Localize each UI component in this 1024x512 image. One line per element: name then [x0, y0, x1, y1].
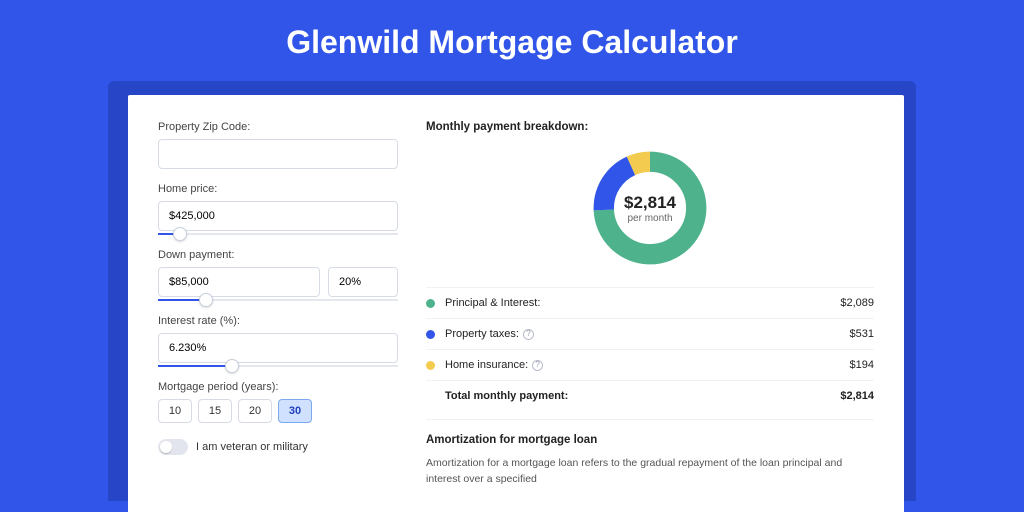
period-label: Mortgage period (years): [158, 381, 398, 393]
period-button-30[interactable]: 30 [278, 399, 312, 423]
veteran-label: I am veteran or military [196, 441, 308, 453]
donut-chart: $2,814 per month [589, 147, 711, 269]
legend-row: Home insurance:?$194 [426, 349, 874, 380]
legend-dot [426, 330, 435, 339]
legend-total-row: Total monthly payment:$2,814 [426, 380, 874, 411]
donut-amount: $2,814 [624, 193, 676, 213]
veteran-row: I am veteran or military [158, 439, 398, 455]
amortization-title: Amortization for mortgage loan [426, 434, 874, 446]
breakdown-panel: Monthly payment breakdown: $2,814 per mo… [426, 121, 874, 512]
legend-row: Property taxes:?$531 [426, 318, 874, 349]
breakdown-title: Monthly payment breakdown: [426, 121, 874, 133]
down-payment-field: Down payment: [158, 249, 398, 301]
rate-slider-fill [158, 365, 232, 367]
home-price-slider[interactable] [158, 233, 398, 235]
legend-label: Home insurance:? [445, 359, 850, 371]
period-button-15[interactable]: 15 [198, 399, 232, 423]
legend-label: Principal & Interest: [445, 297, 840, 309]
rate-input[interactable] [158, 333, 398, 363]
calculator-card: Property Zip Code: Home price: Down paym… [128, 95, 904, 512]
home-price-field: Home price: [158, 183, 398, 235]
veteran-toggle[interactable] [158, 439, 188, 455]
legend-total-label: Total monthly payment: [445, 390, 840, 402]
period-field: Mortgage period (years): 10152030 [158, 381, 398, 423]
zip-label: Property Zip Code: [158, 121, 398, 133]
donut-wrap: $2,814 per month [426, 143, 874, 287]
donut-sub: per month [627, 213, 672, 224]
period-button-20[interactable]: 20 [238, 399, 272, 423]
legend-row: Principal & Interest:$2,089 [426, 287, 874, 318]
legend: Principal & Interest:$2,089Property taxe… [426, 287, 874, 411]
down-payment-slider-thumb[interactable] [199, 293, 213, 307]
rate-slider[interactable] [158, 365, 398, 367]
legend-total-value: $2,814 [840, 390, 874, 402]
home-price-input[interactable] [158, 201, 398, 231]
page-title: Glenwild Mortgage Calculator [0, 0, 1024, 81]
donut-center: $2,814 per month [589, 147, 711, 269]
period-button-10[interactable]: 10 [158, 399, 192, 423]
form-panel: Property Zip Code: Home price: Down paym… [158, 121, 398, 512]
legend-dot [426, 299, 435, 308]
legend-label: Property taxes:? [445, 328, 850, 340]
home-price-label: Home price: [158, 183, 398, 195]
zip-field: Property Zip Code: [158, 121, 398, 169]
card-backplate: Property Zip Code: Home price: Down paym… [108, 81, 916, 501]
legend-value: $2,089 [840, 297, 874, 309]
rate-slider-thumb[interactable] [225, 359, 239, 373]
legend-dot [426, 361, 435, 370]
zip-input[interactable] [158, 139, 398, 169]
period-buttons: 10152030 [158, 399, 398, 423]
amortization-section: Amortization for mortgage loan Amortizat… [426, 419, 874, 488]
home-price-slider-thumb[interactable] [173, 227, 187, 241]
info-icon[interactable]: ? [532, 360, 543, 371]
down-payment-label: Down payment: [158, 249, 398, 261]
amortization-body: Amortization for a mortgage loan refers … [426, 456, 874, 488]
legend-value: $531 [850, 328, 874, 340]
down-payment-input[interactable] [158, 267, 320, 297]
rate-field: Interest rate (%): [158, 315, 398, 367]
rate-label: Interest rate (%): [158, 315, 398, 327]
legend-value: $194 [850, 359, 874, 371]
down-payment-slider[interactable] [158, 299, 398, 301]
info-icon[interactable]: ? [523, 329, 534, 340]
down-payment-pct-input[interactable] [328, 267, 398, 297]
